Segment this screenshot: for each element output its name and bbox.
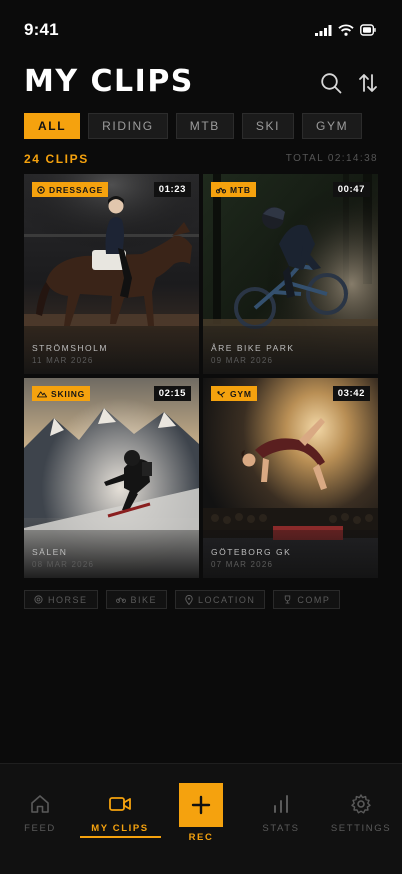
- filter-chip-mtb[interactable]: MTB: [175, 113, 234, 139]
- clip-location: GÖTEBORG GK: [211, 547, 292, 557]
- nav-my-clips-label: MY CLIPS: [91, 823, 149, 834]
- clip-duration: 02:15: [153, 386, 191, 401]
- clip-location: SÄLEN: [32, 547, 68, 557]
- wifi-icon: [338, 24, 354, 36]
- clip-card-mtb[interactable]: MTB 00:47 ÅRE BIKE PARK 09 MAR 2026: [203, 174, 378, 374]
- clip-date: 08 MAR 2026: [32, 560, 95, 569]
- nav-feed-label: FEED: [24, 823, 56, 834]
- filter-chips: ALL RIDING MTB SKI GYM: [24, 113, 363, 139]
- clip-tag-label: GYM: [230, 388, 252, 399]
- search-button[interactable]: [318, 70, 344, 96]
- bar-chart-icon: [274, 795, 288, 813]
- home-icon: [31, 795, 49, 813]
- clip-tag-label: DRESSAGE: [49, 184, 104, 195]
- search-icon: [321, 73, 342, 94]
- mountain-icon: [37, 390, 47, 397]
- clip-date: 09 MAR 2026: [211, 356, 274, 365]
- clip-tag: DRESSAGE: [32, 182, 109, 197]
- filter-chip-all[interactable]: ALL: [24, 113, 81, 139]
- clip-tag: SKIING: [32, 386, 91, 401]
- filter-chip-ski[interactable]: SKI: [241, 113, 295, 139]
- gear-icon: [351, 794, 371, 814]
- tag-comp-label: COMP: [297, 594, 331, 605]
- pin-icon: [185, 594, 193, 605]
- filter-chip-riding[interactable]: RIDING: [88, 113, 168, 139]
- clip-card-gym[interactable]: GYM 03:42 GÖTEBORG GK 07 MAR 2026: [203, 378, 378, 578]
- tag-comp[interactable]: COMP: [273, 590, 341, 609]
- bike-icon: [216, 187, 226, 193]
- tag-location[interactable]: LOCATION: [175, 590, 266, 609]
- clip-date: 11 MAR 2026: [32, 356, 94, 365]
- record-label: REC: [188, 832, 214, 843]
- record-button[interactable]: [179, 783, 223, 827]
- clip-card-skiing[interactable]: SKIING 02:15 SÄLEN 08 MAR 2026: [24, 378, 199, 578]
- clip-date: 07 MAR 2026: [211, 560, 274, 569]
- clip-duration: 00:47: [332, 182, 370, 197]
- status-time: 9:41: [24, 20, 59, 39]
- secondary-tags: HORSE BIKE LOCATION COMP: [24, 590, 341, 609]
- status-bar: 9:41: [0, 0, 402, 54]
- page-title: MY CLIPS: [24, 64, 194, 99]
- filter-chip-gym[interactable]: GYM: [302, 113, 363, 139]
- tag-location-label: LOCATION: [198, 594, 256, 605]
- video-camera-icon: [109, 797, 131, 811]
- nav-feed[interactable]: FEED: [0, 793, 80, 834]
- target-icon: [37, 185, 45, 194]
- nav-settings-label: SETTINGS: [330, 823, 392, 834]
- sort-icon: [359, 74, 377, 92]
- tag-bike-label: BIKE: [130, 594, 158, 605]
- clip-duration: 03:42: [332, 386, 370, 401]
- total-duration: TOTAL 02:14:38: [285, 153, 378, 164]
- battery-icon: [360, 24, 376, 36]
- clip-location: ÅRE BIKE PARK: [211, 343, 295, 353]
- clip-card-dressage[interactable]: DRESSAGE 01:23 STRÖMSHOLM 11 MAR 2026: [24, 174, 199, 374]
- bike-icon: [115, 597, 126, 603]
- nav-my-clips[interactable]: MY CLIPS: [80, 793, 160, 834]
- horse-icon: [34, 595, 43, 604]
- trophy-icon: [285, 595, 291, 604]
- nav-stats[interactable]: STATS: [241, 793, 321, 834]
- plus-icon: [191, 795, 211, 815]
- clip-duration: 01:23: [153, 182, 191, 197]
- clip-tag: GYM: [211, 386, 257, 401]
- tag-horse[interactable]: HORSE: [24, 590, 98, 609]
- nav-active-indicator: [80, 836, 161, 838]
- nav-settings[interactable]: SETTINGS: [321, 793, 401, 834]
- nav-stats-label: STATS: [262, 823, 300, 834]
- clip-tag-label: MTB: [230, 184, 251, 195]
- sort-button[interactable]: [355, 70, 381, 96]
- clip-location: STRÖMSHOLM: [32, 343, 108, 353]
- clip-tag: MTB: [211, 182, 256, 197]
- clip-count: 24 CLIPS: [24, 152, 89, 166]
- gymnast-icon: [217, 390, 225, 397]
- signal-icon: [315, 24, 332, 36]
- tag-horse-label: HORSE: [48, 594, 88, 605]
- tag-bike[interactable]: BIKE: [105, 590, 168, 609]
- clip-tag-label: SKIING: [51, 388, 86, 399]
